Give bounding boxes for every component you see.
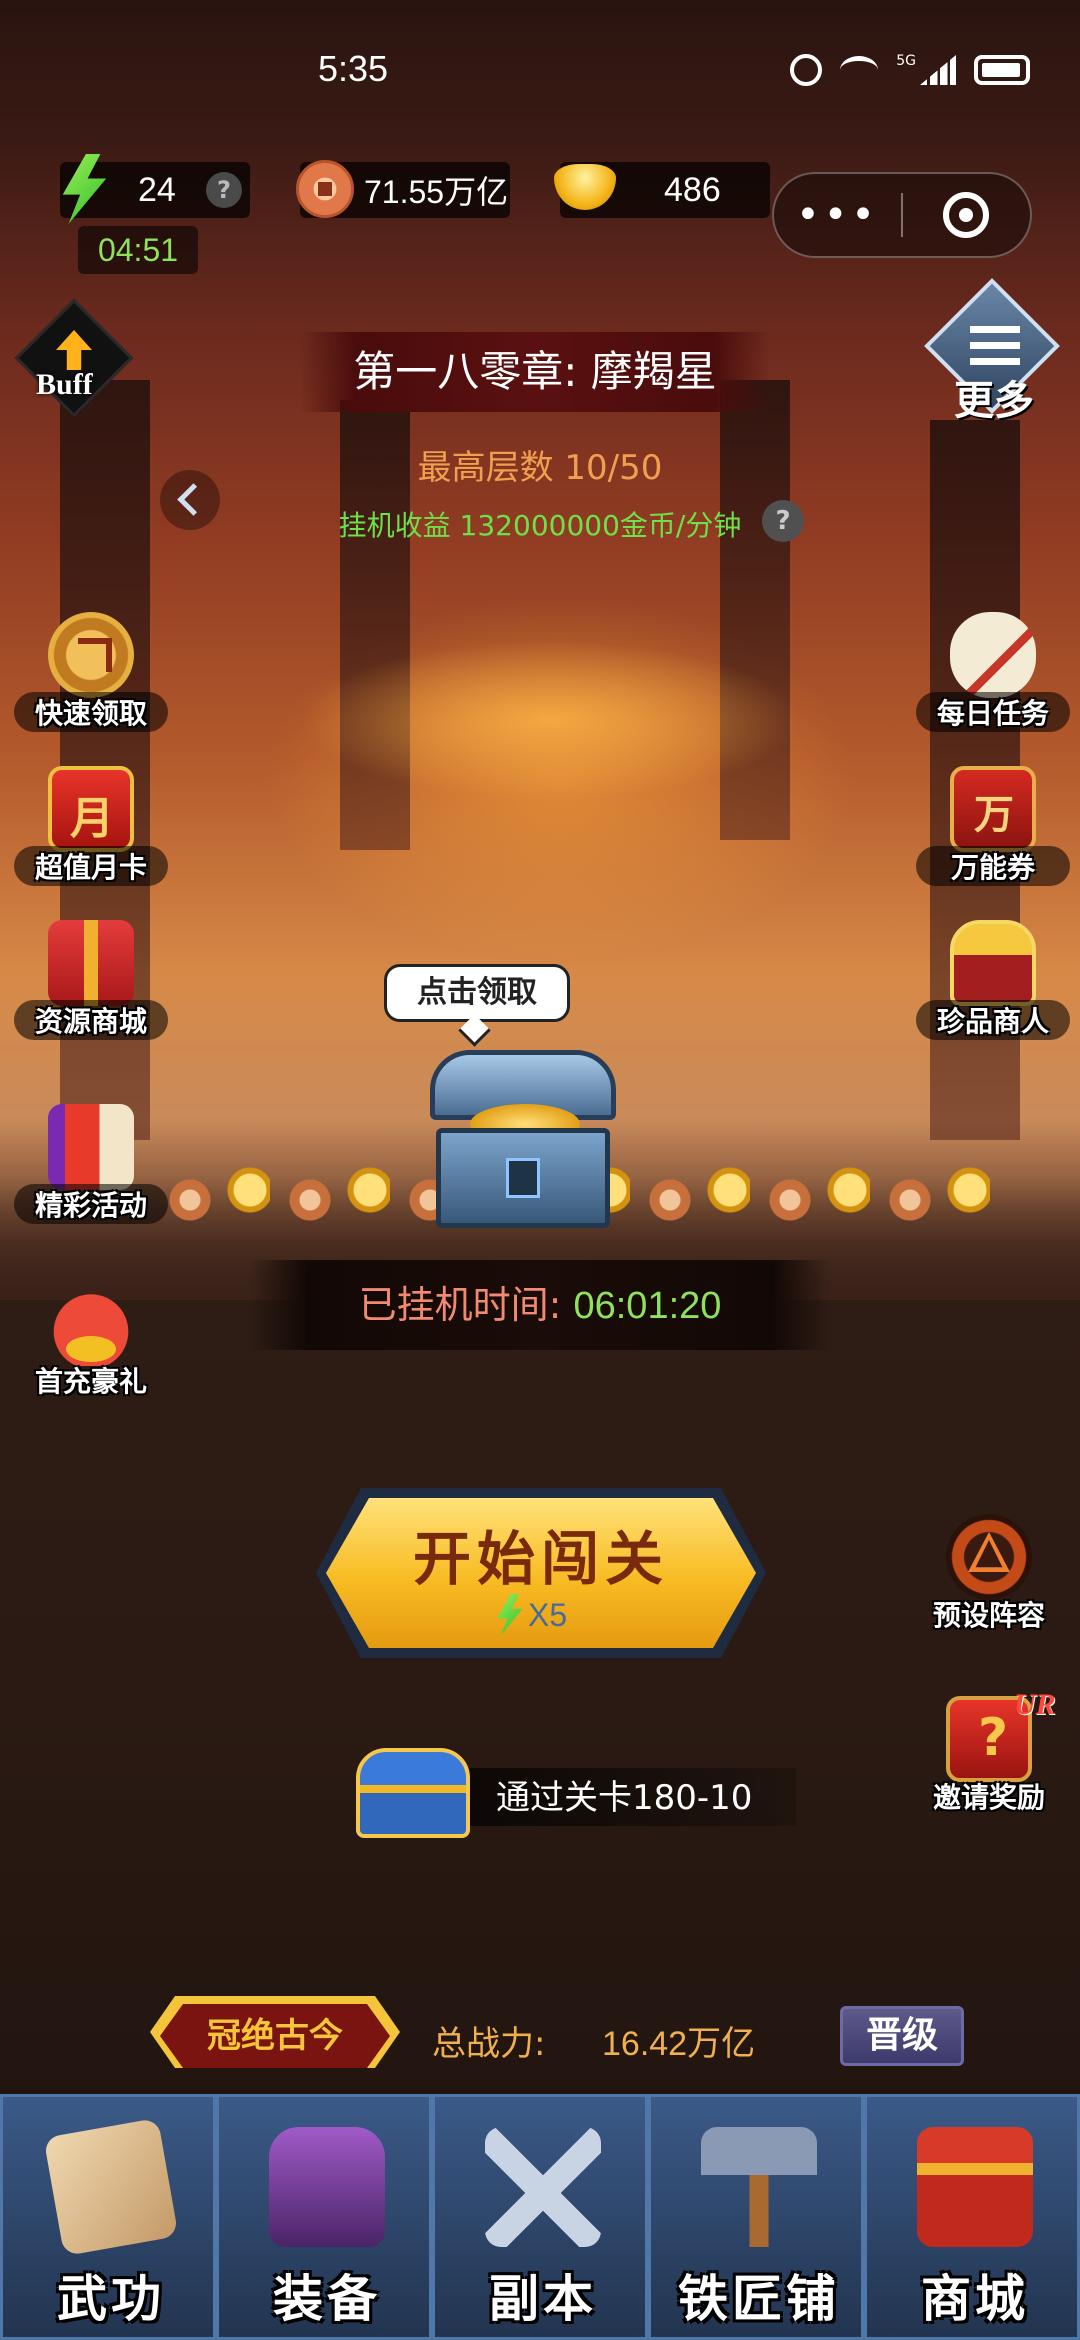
first-recharge-label: 首充豪礼 [34,1365,147,1398]
money-bag-icon [48,1280,134,1366]
nav-label: 商城 [921,2269,1029,2328]
nav-equipment[interactable]: 装备 [216,2094,432,2340]
nav-dungeon[interactable]: 副本 [432,2094,648,2340]
resource-shop-button[interactable]: 资源商城 [6,920,176,1040]
status-bar: 5:35 5G [0,0,1080,140]
claim-bubble[interactable]: 点击领取 [384,964,570,1022]
nav-shop[interactable]: 商城 [864,2094,1080,2340]
income-help-icon[interactable]: ? [762,500,804,542]
first-recharge-button[interactable]: 首充豪礼 [6,1280,176,1400]
lock-icon [506,1158,540,1198]
power-value: 16.42万亿 [602,2025,756,2063]
battery-icon [974,55,1030,85]
invite-reward-label: 邀请奖励 [932,1781,1045,1814]
nav-label: 副本 [489,2269,597,2328]
nav-martial-arts[interactable]: 武功 [0,2094,216,2340]
universal-voucher-button[interactable]: 万能券 [908,766,1078,886]
daily-tasks-label: 每日任务 [936,697,1049,730]
status-icons: 5G [790,53,1030,86]
close-miniprogram-button[interactable] [903,192,1030,238]
miniprogram-capsule: ••• [772,172,1032,258]
list-icon [970,326,1020,366]
network-type: 5G [896,53,916,69]
quick-claim-label: 快速领取 [34,697,147,730]
more-menu-label: 更多 [954,377,1034,424]
medal-icon [48,612,134,698]
voucher-icon [950,766,1036,852]
lava-glow [300,640,800,800]
energy-bolt-icon [497,1594,523,1636]
energy-cost: X5 [492,1594,567,1636]
highest-floor: 最高层数 10/50 [417,448,663,488]
nav-label: 装备 [273,2269,381,2328]
rank-title: 冠绝古今 [207,2016,343,2056]
universal-voucher-label: 万能券 [950,851,1035,884]
idle-time-value: 06:01:20 [573,1285,722,1327]
more-options-button[interactable]: ••• [774,172,901,258]
nav-label: 武功 [57,2269,165,2328]
idle-income: 挂机收益 132000000金币/分钟 [338,509,742,542]
stage-reward-label: 通过关卡180-10 [496,1778,753,1818]
target-icon [943,192,990,238]
alarm-icon [790,54,823,86]
nav-blacksmith[interactable]: 铁匠铺 [648,2094,864,2340]
copper-value: 71.55万亿 [364,174,509,210]
ur-tag: UR [1014,1688,1056,1721]
month-card-icon [48,766,134,852]
copper-counter[interactable]: 71.55万亿 [296,160,510,218]
hammer-icon [701,2127,817,2247]
preset-formation-label: 预设阵容 [932,1599,1045,1632]
crossed-swords-icon [485,2127,601,2247]
energy-counter[interactable]: 24 ? [60,154,250,224]
scroll-icon [950,612,1036,698]
event-book-icon [48,1104,134,1190]
energy-bolt-icon [62,154,107,224]
gold-counter[interactable]: 486 [554,162,770,218]
daily-tasks-button[interactable]: 每日任务 [908,612,1078,732]
power-label: 总战力: [432,2024,546,2064]
monthly-card-button[interactable]: 超值月卡 [6,766,176,886]
start-button-label: 开始闯关 [412,1525,669,1593]
gold-ingot-icon [554,164,616,210]
nav-label: 铁匠铺 [678,2269,840,2328]
treasure-chest-icon [356,1748,470,1838]
chapter-title: 第一八零章: 摩羯星 [300,332,770,412]
gold-value: 486 [664,170,721,209]
buff-button[interactable]: Buff [14,298,134,418]
wifi-icon [840,56,879,84]
signal-icon [920,55,956,85]
treasure-chest-icon [950,920,1036,1006]
more-menu-button[interactable]: 更多 [918,278,1068,430]
preset-formation-button[interactable]: 预设阵容 [904,1514,1074,1634]
power-bar: 冠绝古今 总战力: 16.42万亿 晋级 [150,1996,980,2076]
resource-shop-label: 资源商城 [34,1005,147,1038]
gift-box-icon [917,2127,1033,2247]
monthly-card-label: 超值月卡 [34,851,147,884]
gift-box-icon [48,920,134,1006]
energy-help-icon[interactable]: ? [206,172,242,208]
energy-value: 24 [138,170,176,209]
book-icon [43,2117,179,2257]
status-time: 5:35 [318,48,389,89]
armor-icon [269,2127,385,2247]
formation-icon [946,1514,1032,1600]
buff-label: Buff [36,368,93,401]
stage-reward[interactable]: 通过关卡180-10 [356,1740,796,1850]
energy-cost-value: X5 [528,1596,568,1633]
idle-time-banner: 已挂机时间: 06:01:20 [250,1260,830,1350]
invite-reward-button[interactable]: UR 邀请奖励 [904,1688,1074,1816]
upgrade-button[interactable]: 晋级 [840,2006,964,2066]
quick-claim-button[interactable]: 快速领取 [6,612,176,732]
bottom-nav: 武功 装备 副本 铁匠铺 商城 [0,2094,1080,2340]
treasure-merchant-button[interactable]: 珍品商人 [908,920,1078,1040]
treasure-merchant-label: 珍品商人 [936,1005,1049,1038]
start-challenge-button[interactable]: 开始闯关 X5 [316,1488,766,1658]
energy-timer: 04:51 [78,226,198,274]
idle-reward-chest[interactable] [430,1050,616,1230]
copper-coin-icon [296,160,354,218]
idle-time-label: 已挂机时间: [358,1283,562,1327]
